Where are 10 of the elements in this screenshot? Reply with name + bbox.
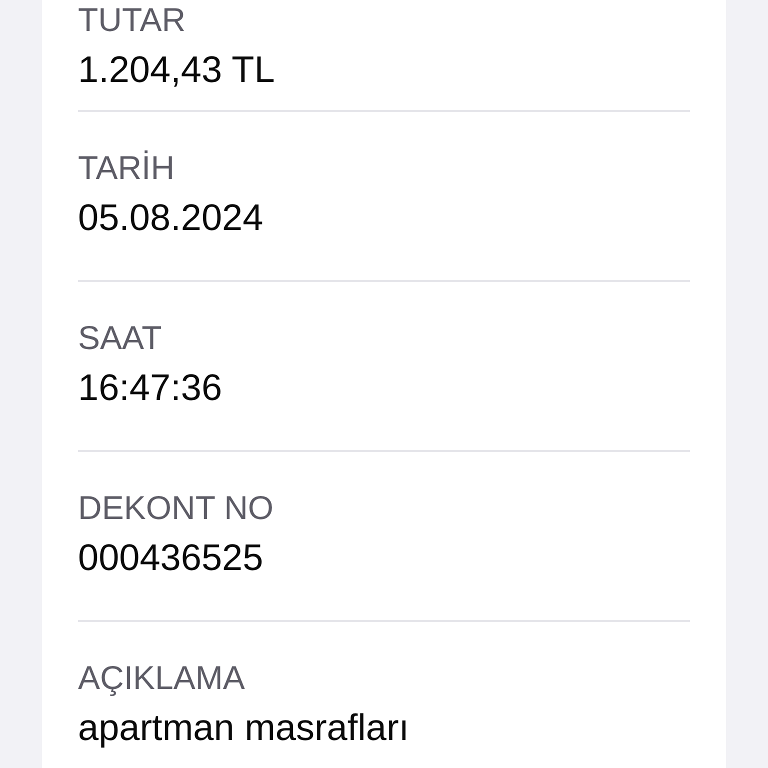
field-value: 16:47:36 <box>78 366 224 410</box>
field-label: AÇIKLAMA <box>78 658 246 698</box>
field-label: SAAT <box>78 318 163 358</box>
field-value: 05.08.2024 <box>78 196 264 240</box>
field-value: 1.204,43 TL <box>78 48 276 92</box>
field-value: apartman masrafları <box>78 706 410 750</box>
field-label: TUTAR <box>78 0 187 40</box>
field-value: 000436525 <box>78 536 264 580</box>
field-label: DEKONT NO <box>78 488 275 528</box>
field-label: TARİH <box>78 148 176 188</box>
